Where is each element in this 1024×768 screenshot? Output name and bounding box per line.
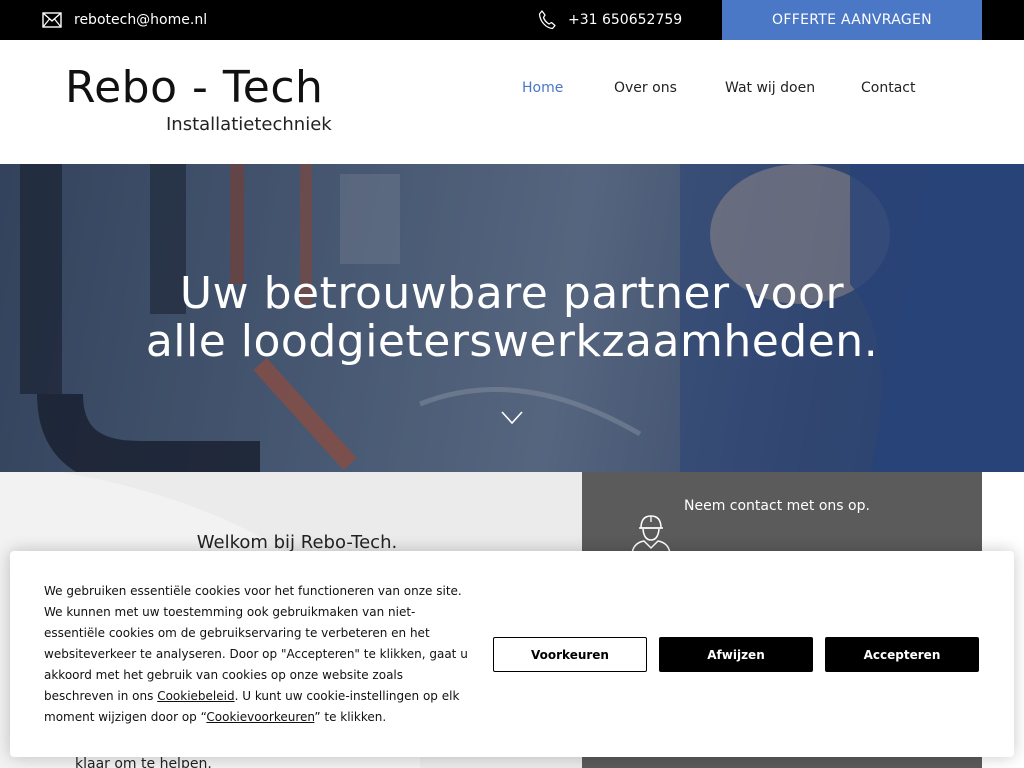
quote-request-button[interactable]: OFFERTE AANVRAGEN <box>722 0 982 40</box>
mail-icon <box>42 12 62 28</box>
cookie-policy-link[interactable]: Cookiebeleid <box>157 689 234 703</box>
site-header: Rebo - Tech Installatietechniek Home Ove… <box>0 40 1024 164</box>
logo-subtitle: Installatietechniek <box>166 114 332 135</box>
hero-headline-line1: Uw betrouwbare partner voor <box>179 268 845 319</box>
phone-icon <box>538 10 556 30</box>
email-link[interactable]: rebotech@home.nl <box>42 0 207 40</box>
cookie-preferences-link[interactable]: Cookievoorkeuren <box>206 710 314 724</box>
contact-panel-text: Neem contact met ons op. <box>684 498 870 514</box>
hero-headline-line2: alle loodgieterswerkzaamheden. <box>145 316 879 367</box>
cookie-accept-button[interactable]: Accepteren <box>825 637 979 672</box>
phone-text: +31 650652759 <box>568 12 683 28</box>
cookie-text-part1: We gebruiken essentiële cookies voor het… <box>44 584 468 703</box>
cookie-text-part3: ” te klikken. <box>314 710 387 724</box>
welcome-text-tail: klaar om te helpen. <box>75 756 212 768</box>
cookie-banner: We gebruiken essentiële cookies voor het… <box>10 551 1014 757</box>
hero-banner: Uw betrouwbare partner voor alle loodgie… <box>0 164 1024 472</box>
main-nav: Home Over ons Wat wij doen Contact <box>0 80 1024 98</box>
phone-link[interactable]: +31 650652759 <box>538 0 682 40</box>
nav-item-over-ons[interactable]: Over ons <box>614 80 677 96</box>
welcome-title: Welkom bij Rebo-Tech. <box>196 532 398 553</box>
nav-item-home[interactable]: Home <box>522 80 563 96</box>
cookie-preferences-button[interactable]: Voorkeuren <box>493 637 647 672</box>
nav-item-wat-wij-doen[interactable]: Wat wij doen <box>725 80 815 96</box>
cookie-reject-button[interactable]: Afwijzen <box>659 637 813 672</box>
nav-item-contact[interactable]: Contact <box>861 80 915 96</box>
chevron-down-icon[interactable] <box>501 410 523 429</box>
top-bar: rebotech@home.nl +31 650652759 OFFERTE A… <box>0 0 1024 40</box>
hero-headline: Uw betrouwbare partner voor alle loodgie… <box>0 270 1024 366</box>
email-text: rebotech@home.nl <box>74 12 208 28</box>
cookie-text: We gebruiken essentiële cookies voor het… <box>44 581 474 728</box>
